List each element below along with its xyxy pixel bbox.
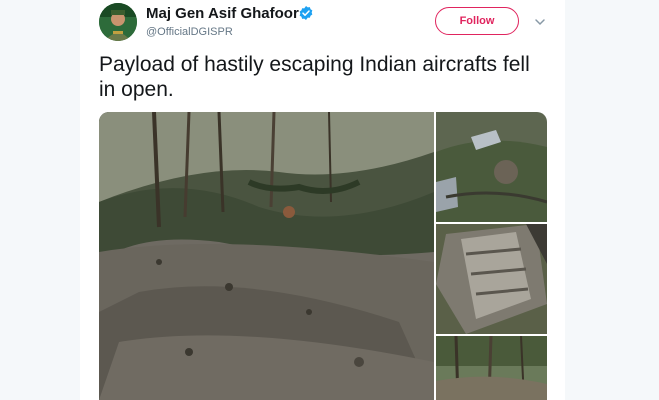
tweet-photo-main[interactable] [99, 112, 434, 400]
tweet-photo-3[interactable] [436, 224, 547, 334]
tweet-card: Maj Gen Asif Ghafoor @OfficialDGISPR Fol… [80, 0, 565, 400]
chevron-down-icon[interactable] [533, 15, 547, 29]
tweet-text: Payload of hastily escaping Indian aircr… [99, 53, 530, 101]
verified-badge-icon [299, 6, 313, 20]
author-name[interactable]: Maj Gen Asif Ghafoor [146, 5, 299, 22]
follow-button[interactable]: Follow [435, 7, 519, 35]
tweet-photo-2[interactable] [436, 112, 547, 222]
author-handle[interactable]: @OfficialDGISPR [146, 26, 233, 38]
tweet-photo-4[interactable] [436, 336, 547, 400]
avatar[interactable] [99, 3, 137, 41]
